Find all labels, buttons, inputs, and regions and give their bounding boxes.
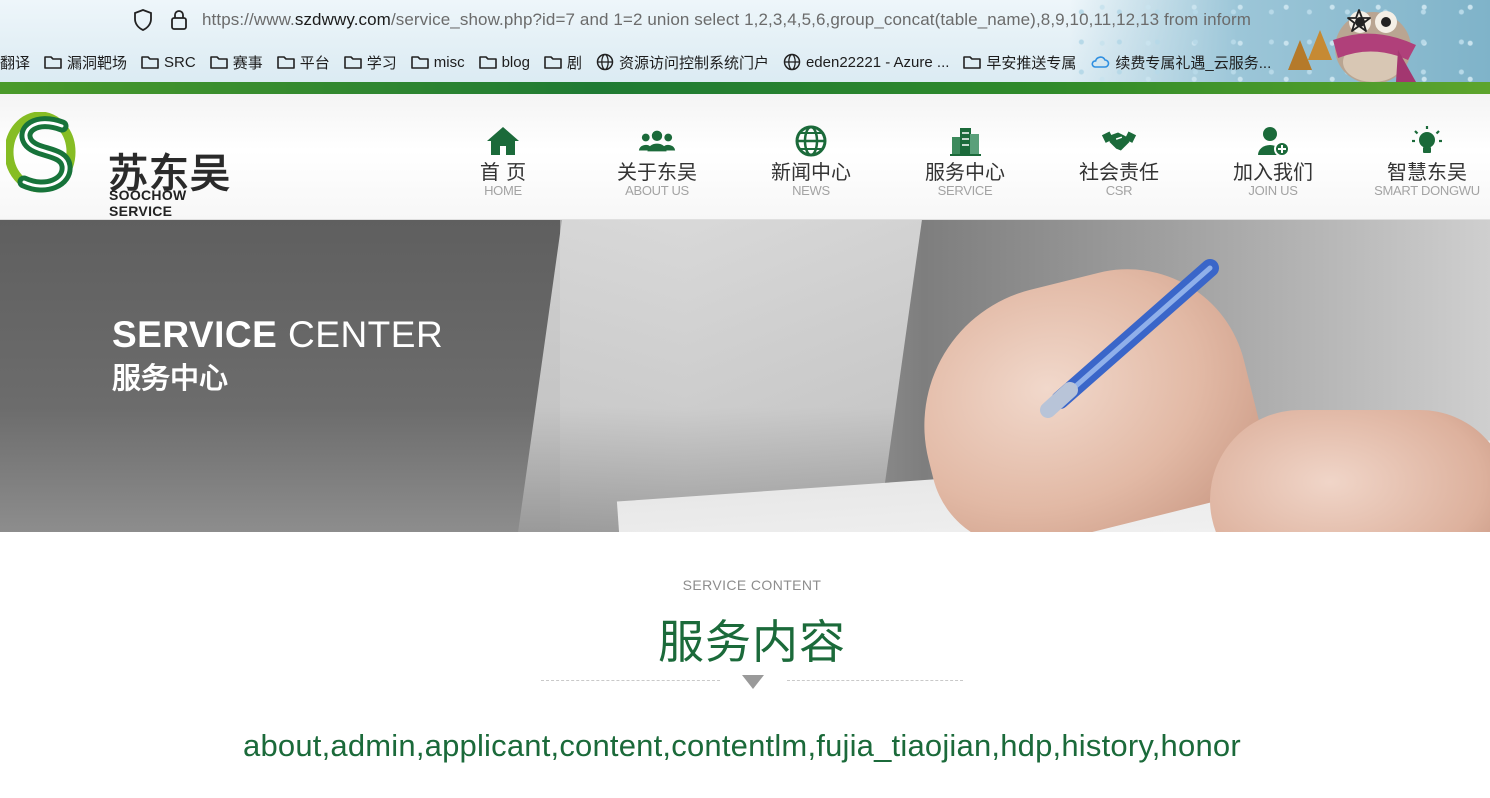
nav-item-smart-dongwu[interactable]: 智慧东吴 SMART DONGWU — [1350, 94, 1490, 220]
nav-item-join-us[interactable]: 加入我们 JOIN US — [1196, 94, 1350, 220]
bookmark-label: 赛事 — [232, 54, 263, 72]
divider-arrow-icon — [742, 675, 764, 689]
url-domain: szdwwy.com — [294, 10, 391, 29]
nav-label-english: HOME — [484, 183, 522, 198]
bookmark-item[interactable]: 漏洞靶场 — [44, 52, 127, 73]
site-header: 苏东吴 SOOCHOW SERVICE 首 页 HOME 关于东吴 ABOUT US 新… — [0, 94, 1490, 220]
globe-icon — [783, 53, 806, 71]
section-subtitle: SERVICE CONTENT — [682, 577, 822, 593]
nav-label-english: NEWS — [792, 183, 830, 198]
divider-left — [541, 680, 720, 681]
folder-icon — [276, 54, 300, 70]
bookmark-label: blog — [501, 53, 530, 71]
nav-item-service[interactable]: 服务中心 SERVICE — [888, 94, 1042, 220]
folder-icon — [478, 54, 502, 70]
bookmark-item[interactable]: SRC — [141, 54, 196, 71]
nav-label-chinese: 首 页 — [479, 160, 527, 184]
site-logo[interactable]: 苏东吴 SOOCHOW SERVICE — [4, 111, 246, 219]
folder-icon — [343, 54, 367, 70]
bookmark-item[interactable]: 剧 — [544, 52, 582, 73]
folder-icon — [410, 54, 434, 70]
add-user-icon — [1254, 124, 1292, 158]
nav-label-english: CSR — [1105, 183, 1133, 198]
bookmark-label: 平台 — [299, 54, 330, 72]
logo-english-name: SOOCHOW SERVICE — [109, 187, 187, 219]
nav-item-news[interactable]: 新闻中心 NEWS — [734, 94, 888, 220]
buildings-icon — [946, 124, 984, 158]
handshake-icon — [1100, 124, 1138, 158]
nav-item-csr[interactable]: 社会责任 CSR — [1042, 94, 1196, 220]
bookmark-item[interactable]: 赛事 — [209, 52, 263, 73]
bookmark-label: 早安推送专属 — [986, 54, 1077, 72]
divider-right — [787, 680, 963, 681]
nav-label-chinese: 关于东吴 — [617, 160, 697, 184]
url-prefix: https://www. — [202, 10, 295, 29]
bookmark-label: 资源访问控制系统门户 — [618, 54, 769, 72]
nav-label-chinese: 新闻中心 — [771, 160, 851, 184]
cloud-icon — [1090, 54, 1115, 70]
globe-icon — [792, 124, 830, 158]
hero-banner: SERVICE CENTER 服务中心 — [0, 220, 1490, 532]
folder-icon — [209, 54, 233, 70]
banner-title-english: SERVICE CENTER — [112, 314, 444, 355]
shield-icon[interactable] — [130, 7, 156, 33]
bookmark-star-icon[interactable] — [1346, 8, 1372, 34]
bookmark-item[interactable]: 续费专属礼遇_云服务... — [1090, 52, 1271, 73]
service-body-text: about,admin,applicant,content,contentlm,… — [243, 728, 1241, 763]
lightbulb-icon — [1408, 124, 1446, 158]
page-top-stripe — [0, 82, 1490, 94]
bookmark-label: SRC — [164, 53, 196, 71]
bookmark-item[interactable]: 早安推送专属 — [963, 52, 1076, 73]
folder-icon — [141, 54, 164, 70]
nav-label-english: SERVICE — [937, 183, 993, 198]
bookmark-item[interactable]: 平台 — [276, 52, 330, 73]
bookmark-label: eden22221 - Azure ... — [805, 53, 950, 71]
nav-label-chinese: 服务中心 — [925, 160, 1005, 184]
nav-label-english: JOIN US — [1248, 183, 1298, 198]
globe-icon — [596, 53, 619, 71]
folder-icon — [963, 54, 986, 70]
folder-icon — [44, 54, 67, 70]
url-text[interactable]: https://www.szdwwy.com/service_show.php?… — [202, 10, 1251, 30]
bookmark-label: 剧 — [566, 54, 582, 72]
browser-chrome: https://www.szdwwy.com/service_show.php?… — [0, 0, 1490, 94]
lock-icon[interactable] — [166, 7, 192, 33]
main-navigation: 首 页 HOME 关于东吴 ABOUT US 新闻中心 NEWS 服务中心 SERVICE 社会… — [426, 94, 1490, 220]
nav-item-about-us[interactable]: 关于东吴 ABOUT US — [580, 94, 734, 220]
bookmark-item[interactable]: 学习 — [343, 52, 397, 73]
bookmark-label: 学习 — [366, 54, 397, 72]
service-content-section: SERVICE CONTENT 服务内容 about,admin,applica… — [0, 532, 1490, 798]
section-title: 服务内容 — [658, 615, 846, 669]
home-icon — [484, 124, 522, 158]
bookmark-item[interactable]: 资源访问控制系统门户 — [596, 52, 769, 73]
bookmark-item[interactable]: 翻译 — [0, 52, 30, 73]
bookmark-label: 漏洞靶场 — [67, 54, 128, 72]
nav-label-chinese: 社会责任 — [1079, 160, 1159, 184]
nav-item-home[interactable]: 首 页 HOME — [426, 94, 580, 220]
bookmark-item[interactable]: eden22221 - Azure ... — [783, 53, 949, 71]
nav-label-chinese: 加入我们 — [1233, 160, 1313, 184]
bookmark-item[interactable]: misc — [410, 53, 465, 71]
address-bar[interactable]: https://www.szdwwy.com/service_show.php?… — [130, 6, 1370, 34]
bookmark-label: 翻译 — [0, 54, 31, 72]
people-icon — [638, 124, 676, 158]
nav-label-english: ABOUT US — [625, 183, 689, 198]
bookmark-label: 续费专属礼遇_云服务... — [1115, 54, 1272, 72]
nav-label-english: SMART DONGWU — [1374, 183, 1480, 198]
url-path: /service_show.php?id=7 and 1=2 union sel… — [390, 10, 1252, 29]
bookmark-label: misc — [433, 53, 465, 71]
folder-icon — [544, 54, 567, 70]
bookmarks-bar: 翻译 漏洞靶场 SRC 赛事 平台 学习 misc blog 剧 资源访问控制系统门户 eden22… — [0, 48, 1285, 76]
banner-title-chinese: 服务中心 — [112, 361, 229, 395]
bookmark-item[interactable]: blog — [478, 53, 530, 71]
nav-label-chinese: 智慧东吴 — [1387, 160, 1467, 184]
logo-emblem-icon — [4, 111, 76, 193]
